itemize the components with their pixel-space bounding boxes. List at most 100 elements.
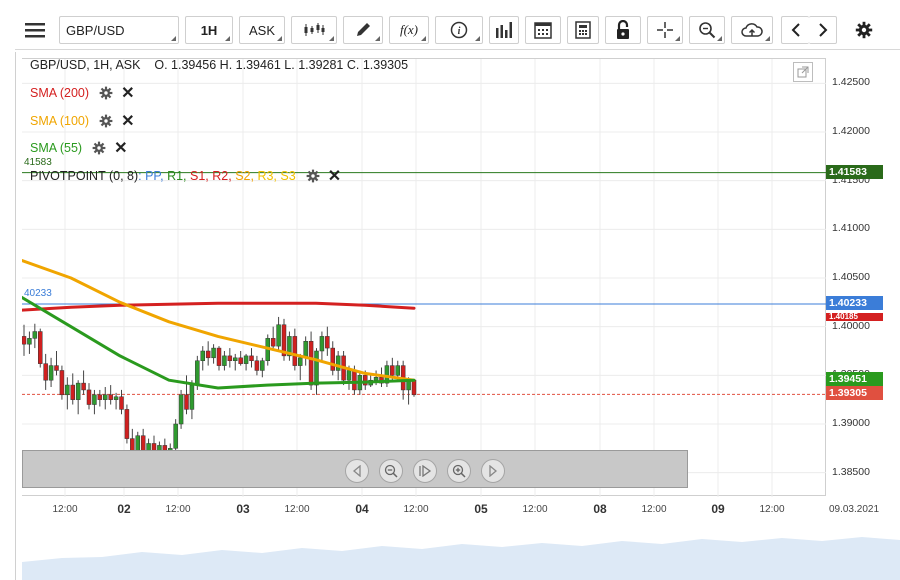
candle-body <box>292 336 298 366</box>
pivot-item: S2, <box>231 169 254 183</box>
reset-icon[interactable] <box>413 459 437 483</box>
gear-icon[interactable] <box>92 141 106 155</box>
gear-icon[interactable] <box>99 114 113 128</box>
pivot-label[interactable]: PIVOTPOINT (0, 8) <box>30 169 138 183</box>
candle-body <box>119 396 124 410</box>
gear-icon[interactable] <box>99 86 113 100</box>
time-tick: 12:00 <box>522 504 548 515</box>
zoom-icon[interactable] <box>689 16 725 44</box>
candle-body <box>319 336 325 352</box>
time-axis[interactable]: 12:00 02 12:00 03 12:00 04 12:00 05 12:00 08 12:00… <box>22 498 900 520</box>
ohlc-text: GBP/USD, 1H, ASK O. 1.39456 H. 1.39461 L… <box>30 58 409 72</box>
timeframe-selector[interactable]: 1H <box>185 16 233 44</box>
candlestick-icon[interactable] <box>291 16 337 44</box>
close-icon[interactable]: ✕ <box>114 138 127 158</box>
price-tick: 1.40000 <box>832 319 870 332</box>
candle-body <box>254 360 260 371</box>
close-icon[interactable]: ✕ <box>328 166 341 186</box>
pivot-items: : PP, R1, S1, R2, S2, R3, S3 <box>138 169 296 183</box>
chart-canvas[interactable] <box>20 58 826 497</box>
candle-body <box>395 365 400 376</box>
price-chart[interactable] <box>20 59 826 497</box>
info-icon[interactable]: i <box>435 16 483 44</box>
time-tick: 12:00 <box>52 504 78 515</box>
price-marker-label: 1.41583 <box>826 164 883 179</box>
close-icon[interactable]: ✕ <box>121 83 134 103</box>
minimap-area <box>22 537 900 580</box>
candle-body <box>108 394 113 400</box>
candle-body <box>27 338 32 345</box>
candle-body <box>43 363 48 381</box>
candle-body <box>59 370 65 396</box>
cloud-upload-icon[interactable] <box>731 16 773 44</box>
price-side-selector[interactable]: ASK <box>239 16 285 44</box>
sma200-row: SMA (200) ✕ <box>30 83 134 103</box>
calendar-icon[interactable] <box>525 16 561 44</box>
candle-body <box>195 360 200 386</box>
sma200-label[interactable]: SMA (200) <box>30 86 89 100</box>
candle-body <box>65 384 70 396</box>
gear-icon[interactable] <box>849 16 879 44</box>
candle-body <box>411 379 417 396</box>
time-tick: 02 <box>117 502 131 516</box>
pivot-item: R2, <box>208 169 232 183</box>
chevron-right-icon[interactable] <box>809 16 837 44</box>
candle-body <box>32 331 38 339</box>
chevron-right-icon[interactable] <box>481 459 505 483</box>
pivot-item: R3, <box>253 169 277 183</box>
price-axis[interactable]: 1.42500 1.42000 1.41500 1.41000 1.40500 1.400… <box>826 58 900 496</box>
time-tick: 03 <box>236 502 250 516</box>
candle-body <box>276 324 281 347</box>
candle-body <box>308 341 314 386</box>
candle-body <box>335 355 341 371</box>
candle-body <box>38 331 43 364</box>
sma200-price-label: 1.40185 <box>826 312 883 321</box>
pencil-icon[interactable] <box>343 16 383 44</box>
price-marker-label: 1.39451 <box>826 372 883 387</box>
candle-body <box>390 365 395 376</box>
gear-icon[interactable] <box>306 169 320 183</box>
chevron-left-icon[interactable] <box>345 459 369 483</box>
bar-chart-icon[interactable] <box>489 16 519 44</box>
candle-body <box>346 370 352 381</box>
sma100-label[interactable]: SMA (100) <box>30 114 89 128</box>
candle-body <box>86 389 92 405</box>
zoom-out-icon[interactable] <box>379 459 403 483</box>
popout-icon[interactable] <box>793 62 813 82</box>
price-marker-label: 1.40233 <box>826 295 883 310</box>
symbol-selector[interactable]: GBP/USD <box>59 16 179 44</box>
time-tick: 12:00 <box>759 504 785 515</box>
price-tick: 1.42000 <box>832 125 870 137</box>
zoom-in-icon[interactable] <box>447 459 471 483</box>
candle-body <box>330 347 335 371</box>
candle-body <box>227 355 233 361</box>
candle-body <box>260 360 265 371</box>
price-marker-label: 1.39305 <box>826 386 883 401</box>
candle-body <box>81 382 86 391</box>
time-tick: 04 <box>355 502 369 516</box>
sma55-label[interactable]: SMA (55) <box>30 141 82 155</box>
pivot-item: S3 <box>276 169 296 183</box>
candle-body <box>298 357 303 366</box>
price-tick: 1.38500 <box>832 465 870 478</box>
chevron-left-icon[interactable] <box>781 16 809 44</box>
lock-icon[interactable] <box>605 16 641 44</box>
calculator-icon[interactable] <box>567 16 599 44</box>
pivot-item: S1, <box>186 169 209 183</box>
time-tick: 12:00 <box>641 504 667 515</box>
price-tick: 1.41000 <box>832 222 870 235</box>
hamburger-icon[interactable] <box>17 16 53 44</box>
close-icon[interactable]: ✕ <box>121 111 134 131</box>
crosshair-icon[interactable] <box>647 16 683 44</box>
candle-body <box>92 394 97 405</box>
time-tick: 12:00 <box>165 504 191 515</box>
candle-body <box>325 336 330 349</box>
candle-body <box>113 396 119 400</box>
sma55-row: SMA (55) ✕ <box>30 138 128 158</box>
pivot-item: : PP, <box>138 169 164 183</box>
candle-body <box>184 394 189 410</box>
trading-chart-app: GBP/USD 1H ASK f(x) i GBP/USD, 1H, ASK O… <box>0 0 900 580</box>
overview-minimap[interactable] <box>22 522 900 580</box>
sma100-row: SMA (100) ✕ <box>30 111 134 131</box>
function-icon[interactable]: f(x) <box>389 16 429 44</box>
